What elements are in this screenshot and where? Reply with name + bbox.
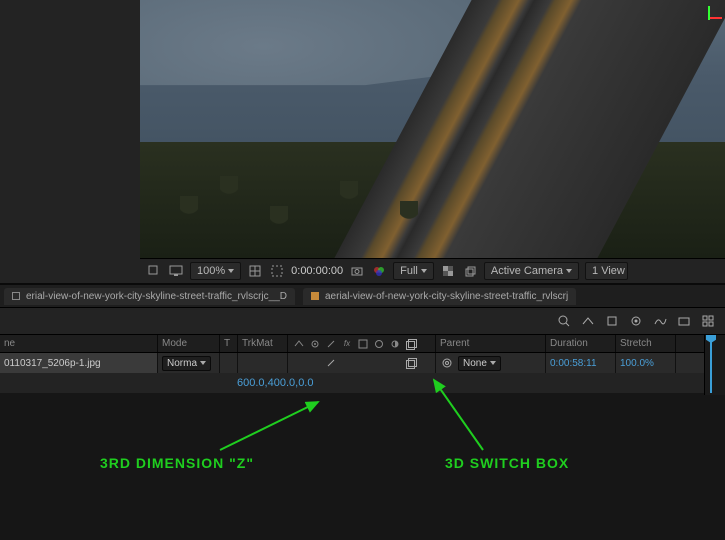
display-icon[interactable] bbox=[168, 263, 184, 279]
position-property-row: 600.0,400.0,0.0 bbox=[0, 373, 725, 393]
timeline-column-headers: ne Mode T TrkMat fx Parent Duration Stre… bbox=[0, 335, 725, 353]
timecode-display[interactable]: 0:00:00:00 bbox=[291, 265, 343, 277]
collapse-switch-header-icon bbox=[308, 337, 322, 351]
col-name[interactable]: ne bbox=[0, 335, 158, 352]
motion-blur-icon[interactable] bbox=[627, 312, 645, 330]
magnify-icon[interactable] bbox=[146, 263, 162, 279]
render-queue-icon[interactable] bbox=[675, 312, 693, 330]
tab-label: aerial-view-of-new-york-city-skyline-str… bbox=[325, 291, 568, 302]
camera-view-dropdown[interactable]: Active Camera bbox=[484, 262, 579, 280]
zoom-value: 100% bbox=[197, 265, 225, 277]
col-t[interactable]: T bbox=[220, 335, 238, 352]
zoom-dropdown[interactable]: 100% bbox=[190, 262, 241, 280]
blend-mode-value: Norma bbox=[167, 358, 197, 369]
col-mode[interactable]: Mode bbox=[158, 335, 220, 352]
adjustment-header-icon bbox=[388, 337, 402, 351]
chevron-down-icon bbox=[228, 269, 234, 273]
shy-switch[interactable] bbox=[292, 356, 306, 370]
blend-mode-dropdown[interactable]: Norma bbox=[162, 356, 211, 371]
quality-switch[interactable] bbox=[324, 356, 338, 370]
col-duration[interactable]: Duration bbox=[546, 335, 616, 352]
quality-switch-header-icon bbox=[324, 337, 338, 351]
transparency-grid-icon[interactable] bbox=[440, 263, 456, 279]
axis-gizmo-icon[interactable] bbox=[697, 6, 719, 28]
3d-switch-header-icon bbox=[404, 337, 418, 351]
composition-preview-panel: 100% 0:00:00:00 Full Active Camera bbox=[0, 0, 725, 283]
adjustment-switch[interactable] bbox=[388, 356, 402, 370]
col-stretch[interactable]: Stretch bbox=[616, 335, 676, 352]
composition-tab[interactable]: erial-view-of-new-york-city-skyline-stre… bbox=[4, 288, 295, 305]
view3d-icon[interactable] bbox=[462, 263, 478, 279]
resolution-value: Full bbox=[400, 265, 418, 277]
view-count-value: 1 View bbox=[592, 265, 625, 277]
layer-stretch[interactable]: 100.0% bbox=[616, 353, 676, 373]
camera-view-value: Active Camera bbox=[491, 265, 563, 277]
col-trkmat[interactable]: TrkMat bbox=[238, 335, 288, 352]
col-switches: fx bbox=[288, 335, 436, 352]
resolution-dropdown[interactable]: Full bbox=[393, 262, 434, 280]
channels-icon[interactable] bbox=[371, 263, 387, 279]
timeline-ruler[interactable] bbox=[704, 335, 725, 395]
chevron-down-icon bbox=[566, 269, 572, 273]
layer-row[interactable]: 0110317_5206p-1.jpg Norma None 0:00:58:1… bbox=[0, 353, 725, 373]
preview-controls-bar: 100% 0:00:00:00 Full Active Camera bbox=[140, 258, 725, 282]
timeline-toolbar bbox=[0, 307, 725, 335]
position-z[interactable]: 0.0 bbox=[298, 377, 313, 389]
grid-icon[interactable] bbox=[247, 263, 263, 279]
annotation-switch-label: 3D SWITCH BOX bbox=[445, 455, 569, 471]
layer-duration[interactable]: 0:00:58:11 bbox=[546, 353, 616, 373]
playhead-line bbox=[710, 338, 712, 393]
search-icon[interactable] bbox=[555, 312, 573, 330]
tab-indicator-icon bbox=[12, 292, 20, 300]
layer-switches-icon[interactable] bbox=[699, 312, 717, 330]
shy-icon[interactable] bbox=[579, 312, 597, 330]
timeline-tabs-bar: erial-view-of-new-york-city-skyline-stre… bbox=[0, 285, 725, 307]
snapshot-icon[interactable] bbox=[349, 263, 365, 279]
fx-switch-header-icon: fx bbox=[340, 337, 354, 351]
parent-value: None bbox=[463, 358, 487, 369]
frame-blend-switch[interactable] bbox=[356, 356, 370, 370]
graph-editor-icon[interactable] bbox=[651, 312, 669, 330]
3d-layer-switch[interactable] bbox=[404, 356, 418, 370]
annotation-z-label: 3RD DIMENSION "Z" bbox=[100, 455, 254, 471]
col-parent[interactable]: Parent bbox=[436, 335, 546, 352]
frame-blend-icon[interactable] bbox=[603, 312, 621, 330]
composition-viewport[interactable] bbox=[140, 0, 725, 258]
layer-name[interactable]: 0110317_5206p-1.jpg bbox=[4, 358, 101, 369]
shy-switch-header-icon bbox=[292, 337, 306, 351]
mask-toggle-icon[interactable] bbox=[269, 263, 285, 279]
chevron-down-icon bbox=[490, 361, 496, 365]
collapse-switch[interactable] bbox=[308, 356, 322, 370]
composition-tab[interactable]: aerial-view-of-new-york-city-skyline-str… bbox=[303, 288, 576, 305]
motion-blur-header-icon bbox=[372, 337, 386, 351]
fx-switch[interactable] bbox=[340, 356, 354, 370]
parent-dropdown[interactable]: None bbox=[458, 356, 501, 371]
position-x[interactable]: 600.0 bbox=[237, 377, 265, 389]
tab-indicator-icon bbox=[311, 292, 319, 300]
chevron-down-icon bbox=[421, 269, 427, 273]
view-count-dropdown[interactable]: 1 View bbox=[585, 262, 628, 280]
footage-preview bbox=[140, 0, 725, 258]
tab-label: erial-view-of-new-york-city-skyline-stre… bbox=[26, 291, 287, 302]
parent-pickwhip-icon[interactable] bbox=[440, 356, 454, 370]
position-y[interactable]: 400.0 bbox=[268, 377, 296, 389]
chevron-down-icon bbox=[200, 361, 206, 365]
position-values: 600.0,400.0,0.0 bbox=[237, 377, 313, 389]
motion-blur-switch[interactable] bbox=[372, 356, 386, 370]
frame-blend-header-icon bbox=[356, 337, 370, 351]
